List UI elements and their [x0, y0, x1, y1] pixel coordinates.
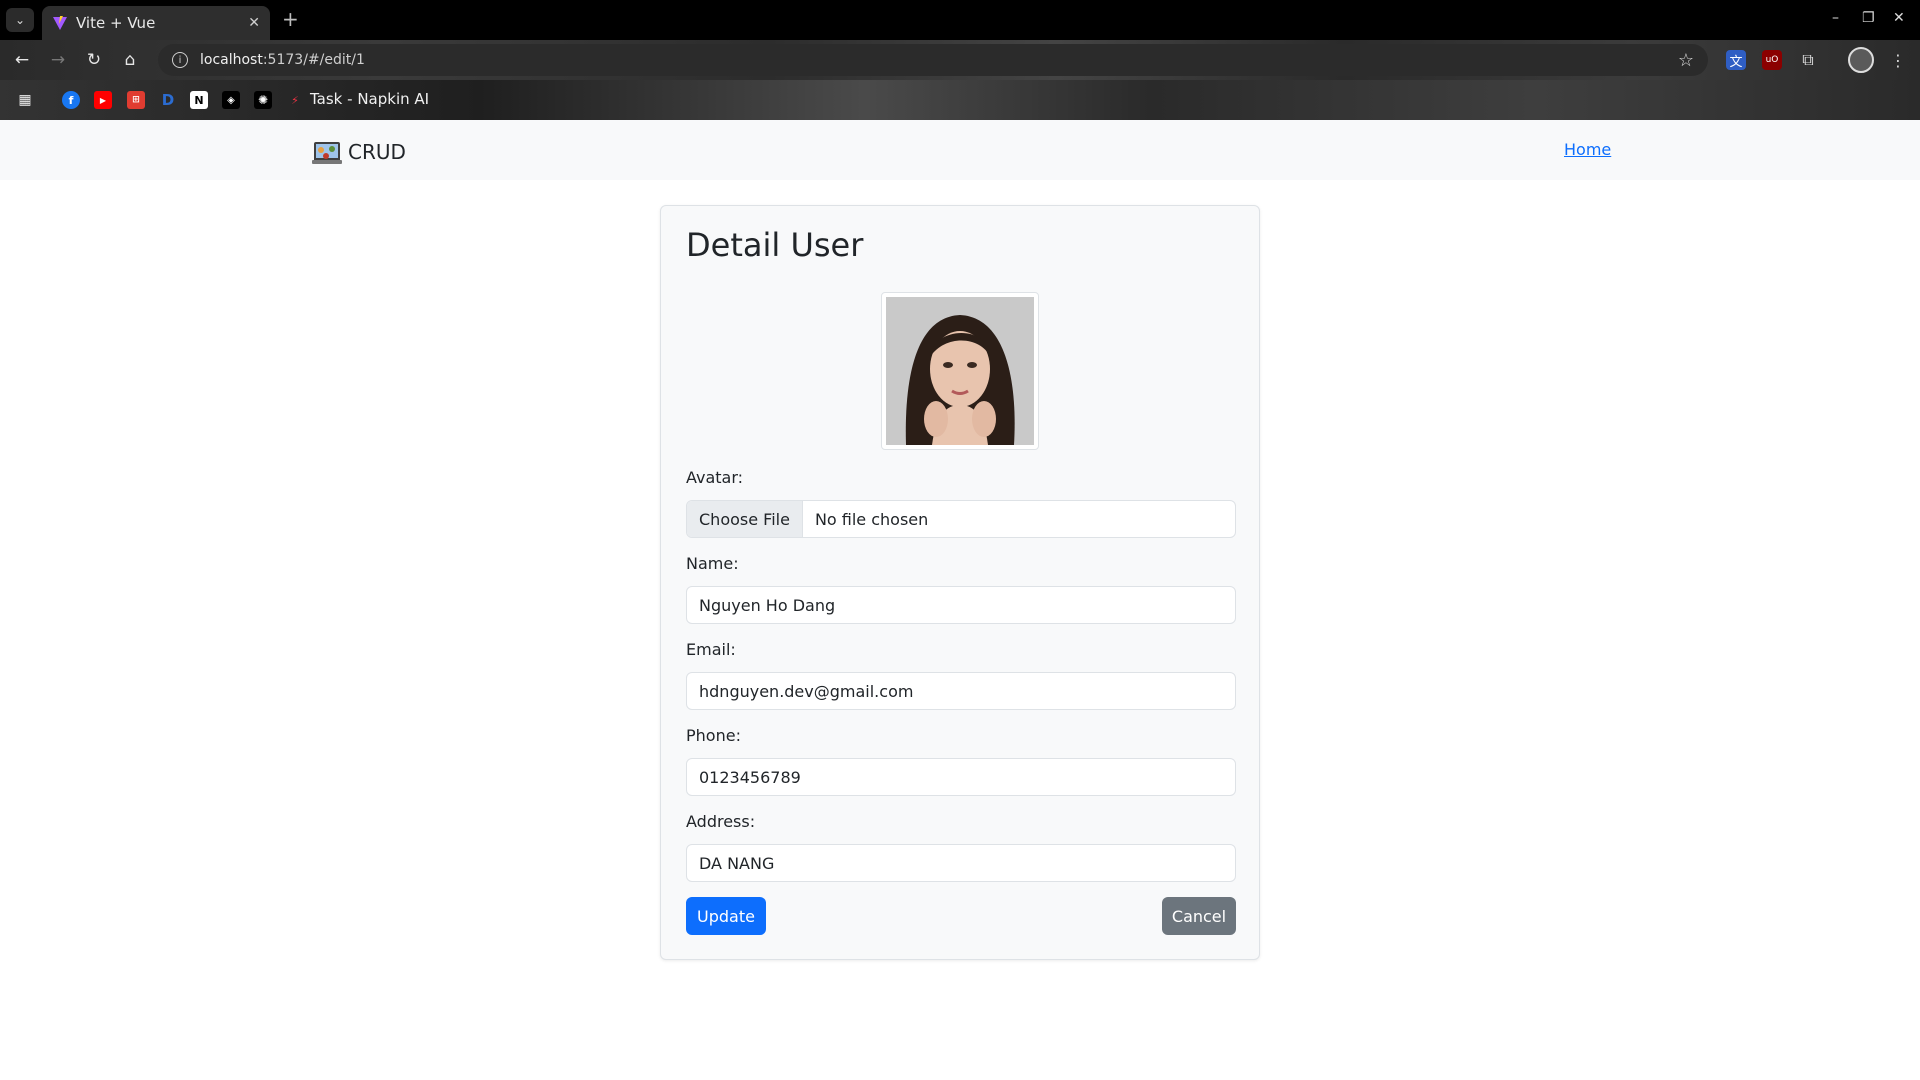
- facebook-bookmark-icon[interactable]: f: [62, 91, 80, 109]
- avatar-thumbnail: [881, 292, 1039, 450]
- choose-file-button[interactable]: Choose File: [687, 501, 803, 537]
- translate-extension-icon[interactable]: 文: [1726, 50, 1746, 70]
- tab-close-icon[interactable]: ✕: [248, 15, 260, 31]
- email-input[interactable]: hdnguyen.dev@gmail.com: [686, 672, 1236, 710]
- browser-tab[interactable]: Vite + Vue ✕: [42, 6, 270, 40]
- tab-title: Vite + Vue: [76, 14, 156, 32]
- layers-bookmark-icon[interactable]: ◈: [222, 91, 240, 109]
- tab-search-chevron-icon[interactable]: ⌄: [6, 8, 34, 32]
- youtube-bookmark-icon[interactable]: ▶: [94, 91, 112, 109]
- maximize-icon[interactable]: ❐: [1862, 10, 1875, 26]
- forward-icon[interactable]: →: [48, 50, 68, 70]
- brand-label: CRUD: [348, 140, 406, 164]
- notion-bookmark-icon[interactable]: N: [190, 91, 208, 109]
- openai-bookmark-icon[interactable]: ✺: [254, 91, 272, 109]
- address-label: Address:: [686, 812, 756, 831]
- address-bar[interactable]: i localhost:5173/#/edit/1 ☆: [158, 44, 1708, 76]
- avatar-file-input[interactable]: Choose File No file chosen: [686, 500, 1236, 538]
- reload-icon[interactable]: ↻: [84, 50, 104, 70]
- app-navbar: [0, 120, 1920, 180]
- nav-home-link[interactable]: Home: [1564, 140, 1611, 159]
- file-status-text: No file chosen: [814, 509, 929, 529]
- browser-tabstrip: ⌄ Vite + Vue ✕ + – ❐ ✕: [0, 0, 1920, 40]
- napkin-bookmark-icon[interactable]: ⚡: [286, 91, 304, 109]
- minimize-icon[interactable]: –: [1832, 10, 1839, 26]
- browser-toolbar: ← → ↻ ⌂ i localhost:5173/#/edit/1 ☆ 文 uO…: [0, 40, 1920, 80]
- avatar-label: Avatar:: [686, 468, 744, 487]
- bookmark-star-icon[interactable]: ☆: [1678, 50, 1694, 71]
- vite-favicon-icon: [52, 15, 68, 31]
- address-input[interactable]: DA NANG: [686, 844, 1236, 882]
- cancel-button[interactable]: Cancel: [1162, 897, 1236, 935]
- name-label: Name:: [686, 554, 739, 573]
- page-title: Detail User: [686, 226, 864, 264]
- detail-user-card: Detail User Avatar: Choose File No file …: [660, 205, 1260, 960]
- back-icon[interactable]: ←: [12, 50, 32, 70]
- phone-input[interactable]: 0123456789: [686, 758, 1236, 796]
- url-host: localhost: [200, 52, 263, 68]
- phone-label: Phone:: [686, 726, 741, 745]
- close-window-icon[interactable]: ✕: [1893, 10, 1905, 26]
- url-path: :5173/#/edit/1: [262, 52, 365, 68]
- extensions-puzzle-icon[interactable]: ⧉: [1798, 50, 1818, 70]
- bookmark-napkin-label[interactable]: Task - Napkin AI: [310, 90, 429, 108]
- apps-grid-icon[interactable]: ▦: [16, 91, 34, 109]
- d-bookmark-icon[interactable]: D: [159, 91, 177, 109]
- crud-logo-icon: [312, 142, 342, 164]
- email-label: Email:: [686, 640, 736, 659]
- red-bookmark-icon[interactable]: ⊞: [127, 91, 145, 109]
- profile-avatar-icon[interactable]: [1848, 47, 1874, 73]
- ublock-extension-icon[interactable]: uO: [1762, 50, 1782, 70]
- browser-menu-icon[interactable]: ⋮: [1888, 50, 1908, 70]
- site-info-icon[interactable]: i: [172, 52, 188, 68]
- update-button[interactable]: Update: [686, 897, 766, 935]
- brand[interactable]: CRUD: [312, 138, 406, 166]
- home-icon[interactable]: ⌂: [120, 50, 140, 70]
- name-input[interactable]: Nguyen Ho Dang: [686, 586, 1236, 624]
- new-tab-icon[interactable]: +: [282, 9, 299, 29]
- user-avatar-photo: [886, 297, 1034, 445]
